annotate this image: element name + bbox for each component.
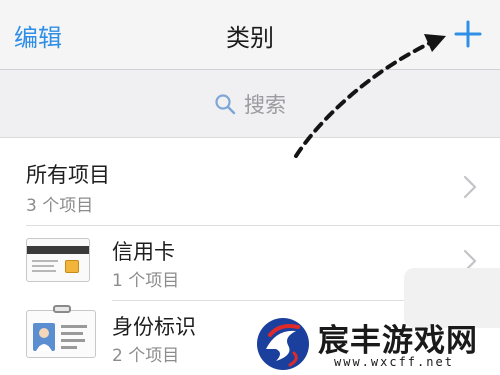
credit-card-icon xyxy=(26,238,90,282)
search-input[interactable]: 搜索 xyxy=(14,84,486,124)
search-placeholder: 搜索 xyxy=(244,93,286,117)
list-item-title: 所有项目 xyxy=(26,163,110,187)
watermark-name: 宸丰游戏网 xyxy=(318,323,478,359)
list-item-title: 信用卡 xyxy=(112,240,175,264)
chevron-right-icon xyxy=(463,175,477,199)
search-bar: 搜索 xyxy=(0,70,500,138)
list-item-subtitle: 3 个项目 xyxy=(26,196,94,216)
watermark: 宸丰游戏网 www.wxcff.net xyxy=(254,313,500,375)
list-item-title: 身份标识 xyxy=(112,315,196,339)
page-title: 类别 xyxy=(226,24,274,52)
watermark-url: www.wxcff.net xyxy=(334,355,454,369)
add-button[interactable] xyxy=(448,14,488,54)
watermark-logo xyxy=(257,318,309,370)
navigation-bar: 编辑 类别 xyxy=(0,0,500,70)
plus-icon xyxy=(454,20,482,48)
list-item-subtitle: 1 个项目 xyxy=(112,271,180,291)
id-card-icon xyxy=(26,305,96,358)
list-item-all-items[interactable]: 所有项目 3 个项目 xyxy=(0,139,500,225)
list-item-subtitle: 2 个项目 xyxy=(112,346,180,366)
search-icon xyxy=(215,94,236,115)
